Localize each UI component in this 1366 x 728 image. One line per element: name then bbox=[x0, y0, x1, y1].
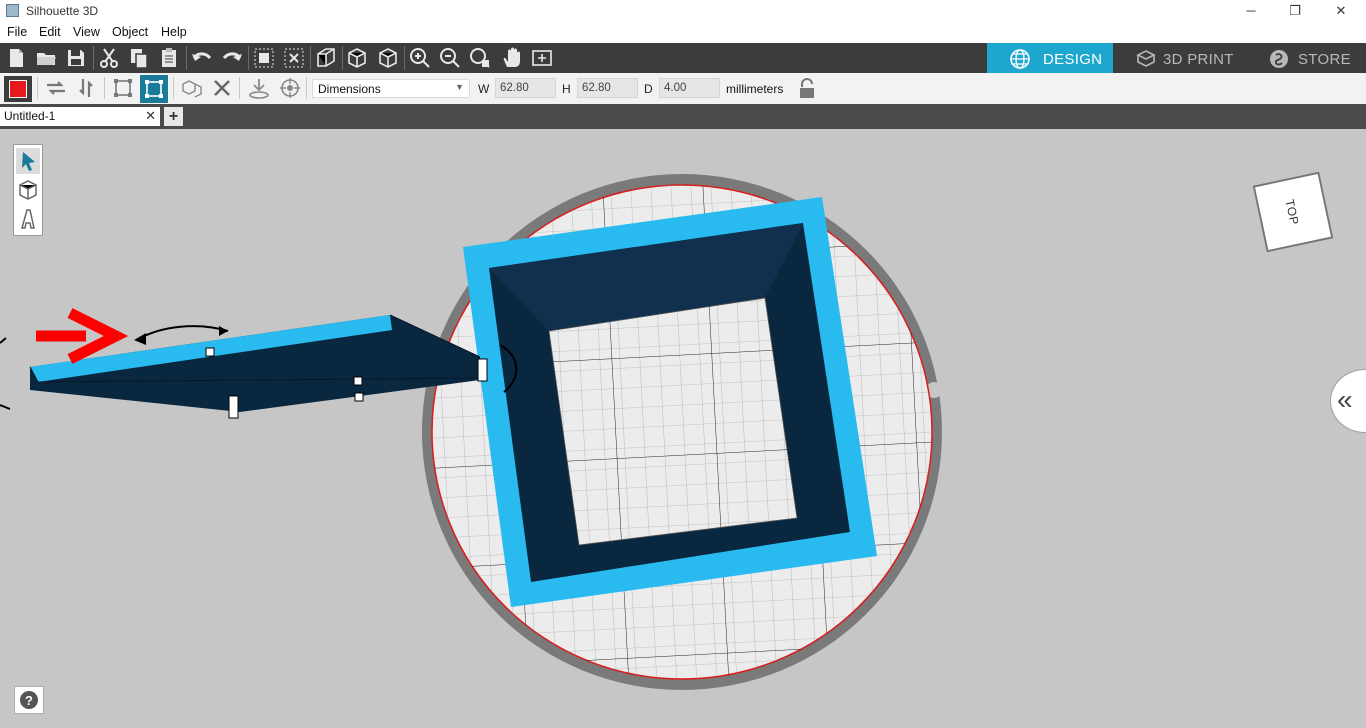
perspective-icon[interactable] bbox=[314, 46, 338, 70]
toolbar-divider bbox=[342, 46, 343, 70]
flip-horizontal-icon[interactable] bbox=[44, 76, 68, 100]
help-glyph: ? bbox=[25, 693, 33, 708]
toolbar-divider bbox=[248, 46, 249, 70]
toolbar-divider bbox=[310, 46, 311, 70]
new-file-icon[interactable] bbox=[4, 46, 28, 70]
tool-palette bbox=[13, 144, 43, 236]
scale-box-icon[interactable] bbox=[111, 76, 135, 100]
fill-color-button[interactable] bbox=[4, 76, 32, 102]
menu-edit[interactable]: Edit bbox=[39, 25, 61, 39]
toolbar-divider bbox=[93, 46, 94, 70]
globe-icon bbox=[1010, 49, 1030, 69]
open-folder-icon[interactable] bbox=[34, 46, 58, 70]
toolbar-divider bbox=[306, 77, 307, 99]
lock-aspect-icon[interactable] bbox=[797, 78, 817, 100]
ungroup-icon[interactable] bbox=[282, 46, 306, 70]
scene-canvas[interactable] bbox=[0, 129, 1366, 728]
duplicate-box-icon[interactable] bbox=[180, 76, 204, 100]
design-viewport[interactable] bbox=[0, 129, 1366, 728]
hollow-box-object[interactable] bbox=[463, 197, 877, 607]
document-tab-strip bbox=[0, 104, 1366, 129]
view-cube-label: TOP bbox=[1282, 198, 1302, 227]
add-tab-button[interactable]: + bbox=[164, 107, 183, 126]
select-tool-button[interactable] bbox=[16, 148, 40, 174]
center-object-icon[interactable] bbox=[278, 76, 302, 100]
title-bar: Silhouette 3D ─ ❐ ✕ bbox=[0, 0, 1366, 22]
toolbar-divider bbox=[37, 77, 38, 99]
toolbar-divider bbox=[239, 77, 240, 99]
toolbar-divider bbox=[186, 46, 187, 70]
document-tab[interactable]: Untitled-1 ✕ bbox=[0, 107, 160, 126]
double-chevron-left-icon: « bbox=[1337, 384, 1353, 415]
help-button[interactable]: ? bbox=[14, 686, 44, 714]
undo-icon[interactable] bbox=[190, 46, 214, 70]
redo-icon[interactable] bbox=[220, 46, 244, 70]
flip-vertical-icon[interactable] bbox=[74, 76, 98, 100]
menu-help[interactable]: Help bbox=[161, 25, 187, 39]
height-input[interactable]: 62.80 bbox=[577, 78, 638, 98]
zoom-out-icon[interactable] bbox=[438, 46, 462, 70]
offscreen-arrow-icon bbox=[0, 337, 11, 410]
pointer-arrow-icon bbox=[22, 152, 35, 171]
copy-icon[interactable] bbox=[127, 46, 151, 70]
paste-icon[interactable] bbox=[157, 46, 181, 70]
drop-to-bed-icon[interactable] bbox=[247, 76, 271, 100]
dimension-mode-value: Dimensions bbox=[318, 82, 381, 96]
box-view-alt-icon[interactable] bbox=[376, 46, 400, 70]
maximize-button[interactable]: ❐ bbox=[1272, 0, 1318, 22]
minimize-button[interactable]: ─ bbox=[1228, 0, 1274, 22]
menu-bar: File Edit View Object Help bbox=[0, 22, 1366, 43]
cut-icon[interactable] bbox=[97, 46, 121, 70]
zoom-in-icon[interactable] bbox=[408, 46, 432, 70]
toolbar-divider bbox=[404, 46, 405, 70]
units-label: millimeters bbox=[726, 82, 784, 96]
document-tab-label: Untitled-1 bbox=[4, 109, 56, 123]
save-icon[interactable] bbox=[64, 46, 88, 70]
tab-store-label: STORE bbox=[1298, 51, 1351, 68]
fit-page-icon[interactable] bbox=[530, 46, 554, 70]
pan-hand-icon[interactable] bbox=[500, 46, 524, 70]
main-toolbar: DESIGN 3D PRINT STORE bbox=[0, 43, 1366, 73]
fill-color-swatch bbox=[9, 80, 27, 98]
tab-3d-print[interactable]: 3D PRINT bbox=[1113, 43, 1246, 73]
store-icon bbox=[1270, 50, 1288, 68]
toolbar-divider bbox=[173, 77, 174, 99]
group-icon[interactable] bbox=[252, 46, 276, 70]
width-label: W bbox=[478, 82, 490, 96]
width-input[interactable]: 62.80 bbox=[495, 78, 556, 98]
menu-object[interactable]: Object bbox=[112, 25, 148, 39]
depth-input[interactable]: 4.00 bbox=[659, 78, 720, 98]
tab-design[interactable]: DESIGN bbox=[987, 43, 1113, 73]
window-title: Silhouette 3D bbox=[26, 4, 99, 18]
shapes-tool-button[interactable] bbox=[16, 177, 40, 203]
transform-mode-button[interactable] bbox=[140, 75, 168, 103]
annotation-arrow-icon bbox=[36, 308, 129, 364]
tab-3d-print-label: 3D PRINT bbox=[1163, 51, 1234, 68]
print-3d-icon bbox=[1136, 50, 1156, 67]
box-view-icon[interactable] bbox=[345, 46, 369, 70]
view-cube[interactable]: TOP bbox=[1252, 171, 1334, 253]
text-letter-icon bbox=[21, 209, 35, 229]
toolbar-divider bbox=[104, 77, 105, 99]
zoom-fit-icon[interactable] bbox=[468, 46, 492, 70]
tab-design-label: DESIGN bbox=[1043, 51, 1103, 68]
delete-icon[interactable] bbox=[210, 76, 234, 100]
dimension-mode-select[interactable]: Dimensions ▼ bbox=[312, 79, 470, 98]
chevron-down-icon: ▼ bbox=[455, 82, 464, 92]
app-logo-icon bbox=[6, 4, 19, 17]
cube-icon bbox=[19, 180, 37, 200]
tab-store[interactable]: STORE bbox=[1246, 43, 1366, 73]
text-tool-button[interactable] bbox=[16, 206, 40, 232]
help-icon: ? bbox=[20, 691, 38, 709]
transform-handles-icon bbox=[145, 80, 163, 98]
menu-view[interactable]: View bbox=[73, 25, 100, 39]
depth-label: D bbox=[644, 82, 653, 96]
close-icon[interactable]: ✕ bbox=[145, 108, 156, 124]
menu-file[interactable]: File bbox=[7, 25, 27, 39]
close-window-button[interactable]: ✕ bbox=[1318, 0, 1364, 22]
height-label: H bbox=[562, 82, 571, 96]
